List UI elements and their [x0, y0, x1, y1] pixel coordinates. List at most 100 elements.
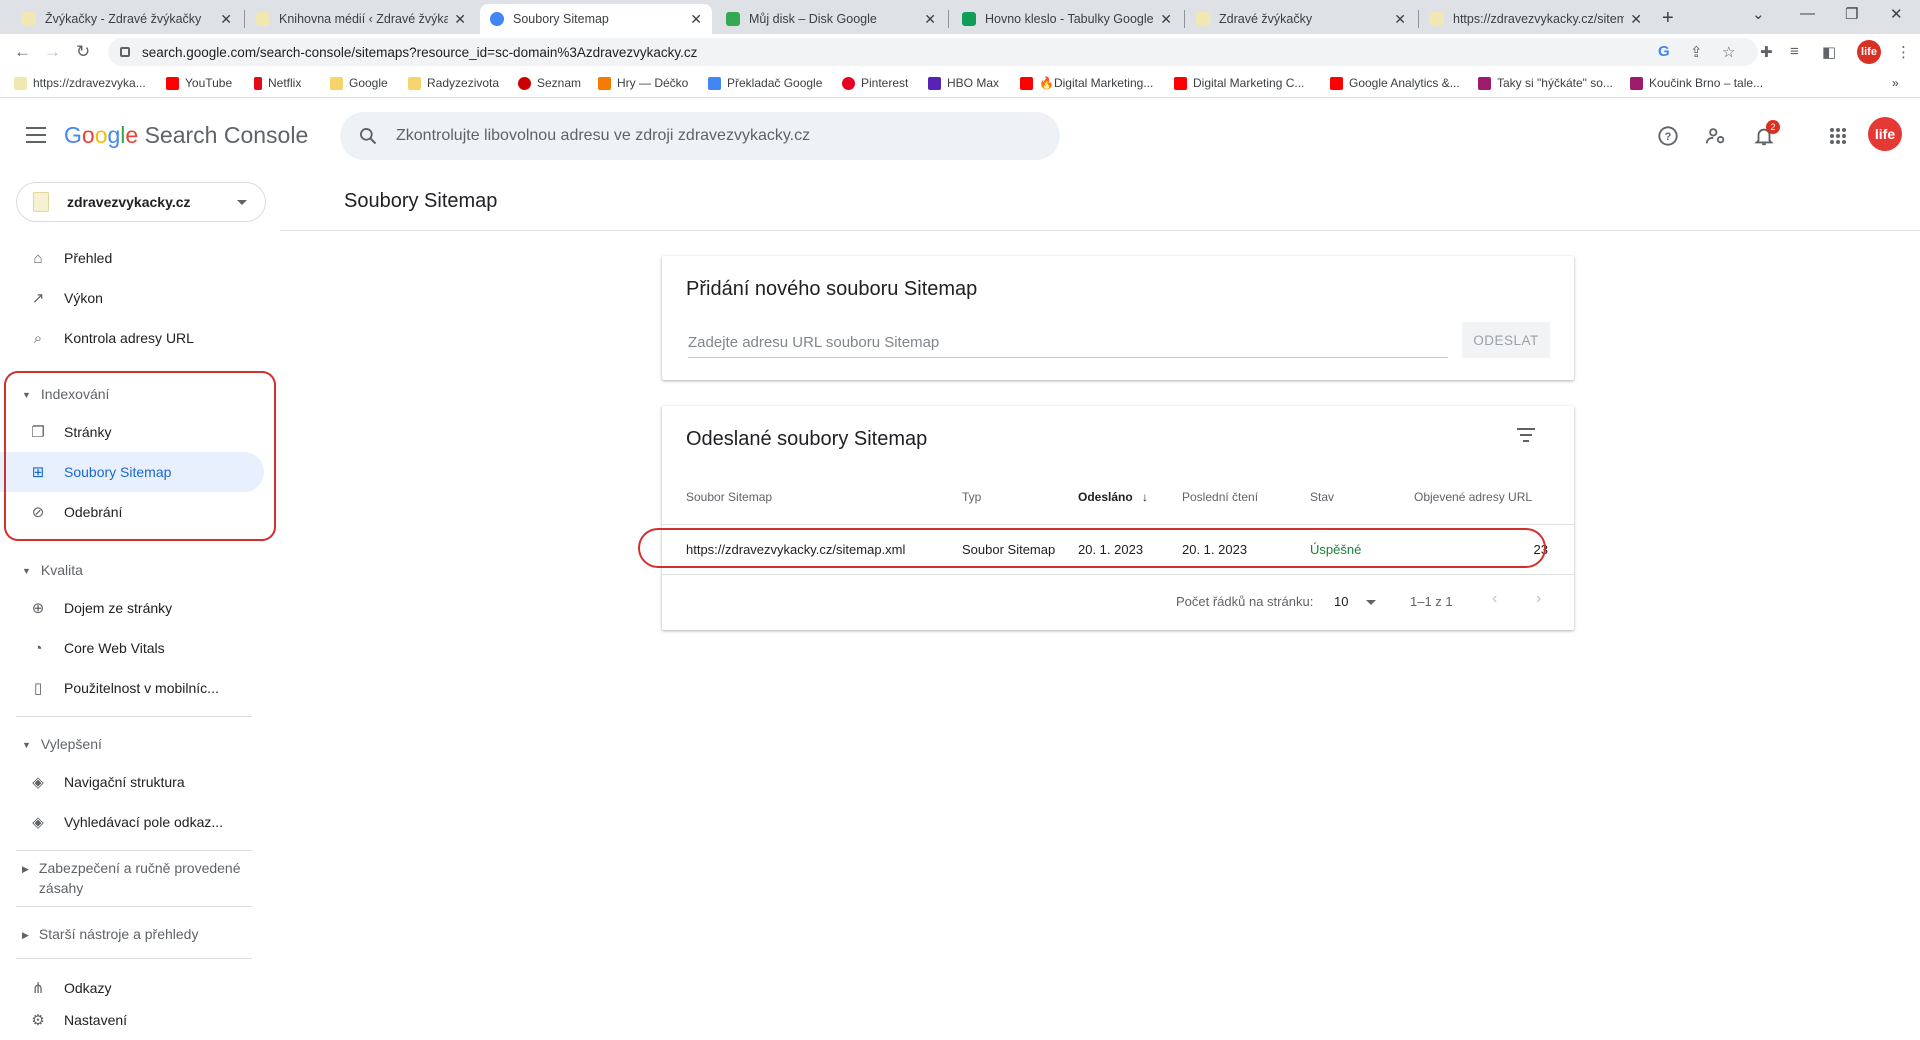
bookmark-item[interactable]: Digital Marketing C...	[1174, 76, 1304, 90]
bookmarks-overflow[interactable]: »	[1892, 76, 1899, 90]
lock-icon	[120, 47, 130, 57]
sidebar-item-page-experience[interactable]: ⊕ Dojem ze stránky	[0, 588, 264, 628]
apps-grid-icon[interactable]	[1824, 122, 1852, 150]
side-panel-icon[interactable]: ◧	[1822, 43, 1836, 61]
browser-tab[interactable]: Můj disk – Disk Google ✕	[716, 4, 946, 34]
url-inspection-search[interactable]	[340, 112, 1060, 160]
reading-list-icon[interactable]: ≡	[1790, 43, 1799, 60]
new-tab-button[interactable]: +	[1662, 7, 1674, 30]
section-security[interactable]: ▶ Zabezpečení a ručně provedené zásahy	[0, 858, 250, 898]
sidebar-item-performance[interactable]: ↗ Výkon	[0, 278, 264, 318]
bookmark-item[interactable]: Koučink Brno – tale...	[1630, 76, 1763, 90]
bookmark-item[interactable]: Hry — Déčko	[598, 76, 688, 90]
url-text: search.google.com/search-console/sitemap…	[142, 44, 698, 60]
links-icon: ⋔	[31, 980, 45, 997]
manage-users-icon[interactable]	[1702, 122, 1730, 150]
close-icon[interactable]: ✕	[1160, 11, 1172, 28]
sitemap-url-input[interactable]	[688, 328, 1448, 358]
chevron-right-icon[interactable]: ›	[1536, 590, 1541, 608]
browser-tab[interactable]: https://zdravezvykacky.cz/sitem ✕	[1420, 4, 1652, 34]
column-header-sitemap[interactable]: Soubor Sitemap	[686, 490, 772, 504]
sidebar-item-breadcrumbs[interactable]: ◈ Navigační struktura	[0, 762, 264, 802]
section-enhancements[interactable]: ▼ Vylepšení	[0, 734, 264, 755]
submitted-sitemaps-title: Odeslané soubory Sitemap	[686, 428, 928, 450]
sidebar: zdravezvykacky.cz ⌂ Přehled ↗ Výkon ⌕ Ko…	[0, 174, 280, 1040]
column-header-submitted[interactable]: Odesláno ↓	[1078, 490, 1148, 504]
forward-icon[interactable]: →	[44, 42, 61, 62]
chevron-down-icon	[1366, 600, 1377, 606]
rows-per-page-select[interactable]: 10	[1334, 594, 1377, 609]
submit-sitemap-button[interactable]: ODESLAT	[1462, 322, 1550, 358]
bookmark-item[interactable]: YouTube	[166, 76, 232, 90]
bookmark-item[interactable]: Překladač Google	[708, 76, 822, 90]
row-divider	[662, 574, 1574, 575]
browser-tab-active[interactable]: Soubory Sitemap ✕	[480, 4, 712, 34]
close-icon[interactable]: ✕	[690, 11, 702, 28]
column-header-status[interactable]: Stav	[1310, 490, 1334, 504]
bookmark-item[interactable]: Pinterest	[842, 76, 908, 90]
bookmark-item[interactable]: Netflix	[254, 76, 301, 90]
google-lens-icon[interactable]: G	[1658, 43, 1670, 60]
extensions-icon[interactable]: ✚	[1760, 43, 1773, 61]
annotation-highlight-sitemap-row	[638, 528, 1546, 568]
favicon-icon	[490, 12, 504, 26]
browser-tab[interactable]: Hovno kleslo - Tabulky Google ✕	[952, 4, 1182, 34]
address-bar[interactable]: search.google.com/search-console/sitemap…	[108, 38, 1758, 66]
reload-icon[interactable]: ↻	[76, 42, 90, 62]
close-icon[interactable]: ✕	[1630, 11, 1642, 28]
sidebar-item-overview[interactable]: ⌂ Přehled	[0, 238, 264, 278]
pagination-range: 1–1 z 1	[1410, 594, 1453, 609]
browser-tab[interactable]: Žvýkačky - Zdravé žvýkačky ✕	[12, 4, 242, 34]
property-selector[interactable]: zdravezvykacky.cz	[16, 182, 266, 222]
account-avatar[interactable]: life	[1868, 117, 1902, 151]
chevron-down-icon: ▼	[22, 566, 31, 576]
favicon-icon	[22, 12, 36, 26]
close-icon[interactable]: ✕	[924, 11, 936, 28]
help-icon[interactable]: ?	[1654, 122, 1682, 150]
filter-icon[interactable]	[1516, 428, 1536, 444]
bookmark-item[interactable]: 🔥Digital Marketing...	[1020, 76, 1153, 90]
trending-icon: ↗	[31, 290, 45, 307]
home-icon: ⌂	[33, 249, 43, 267]
bookmark-star-icon[interactable]: ☆	[1722, 43, 1735, 61]
search-console-logo[interactable]: Google Search Console	[64, 122, 308, 149]
notification-badge: 2	[1766, 120, 1780, 134]
tab-search-icon[interactable]: ⌄	[1752, 5, 1765, 23]
menu-icon[interactable]	[26, 127, 46, 143]
bookmarks-bar: https://zdravezvyka... YouTube Netflix G…	[0, 70, 1920, 98]
section-quality[interactable]: ▼ Kvalita	[0, 560, 264, 581]
back-icon[interactable]: ←	[14, 42, 31, 62]
sidebar-item-url-inspection[interactable]: ⌕ Kontrola adresy URL	[0, 318, 264, 358]
column-header-last-read[interactable]: Poslední čtení	[1182, 490, 1258, 504]
browser-tab[interactable]: Knihovna médií ‹ Zdravé žvýkač ✕	[246, 4, 476, 34]
chevron-left-icon[interactable]: ‹	[1492, 590, 1497, 608]
sidebar-item-settings[interactable]: ⚙ Nastavení	[0, 1000, 264, 1040]
close-icon[interactable]: ✕	[1394, 11, 1406, 28]
bookmark-item[interactable]: Taky si "hýčkáte" so...	[1478, 76, 1613, 90]
column-header-type[interactable]: Typ	[962, 490, 981, 504]
close-window-icon[interactable]: ✕	[1890, 5, 1903, 23]
bookmark-item[interactable]: https://zdravezvyka...	[14, 76, 146, 90]
bookmark-item[interactable]: Radyzezivota	[408, 76, 499, 90]
section-legacy[interactable]: ▶ Starší nástroje a přehledy	[0, 924, 264, 945]
browser-menu-icon[interactable]: ⋮	[1896, 43, 1911, 61]
browser-tab[interactable]: Zdravé žvýkačky ✕	[1186, 4, 1416, 34]
annotation-highlight-indexing	[4, 371, 276, 541]
bookmark-item[interactable]: Seznam	[518, 76, 581, 90]
close-icon[interactable]: ✕	[220, 11, 232, 28]
bookmark-item[interactable]: Google	[330, 76, 388, 90]
column-header-discovered-urls[interactable]: Objevené adresy URL	[1414, 490, 1532, 504]
sidebar-item-mobile-usability[interactable]: ▯ Použitelnost v mobilníc...	[0, 668, 264, 708]
browser-profile-avatar[interactable]: life	[1857, 40, 1881, 64]
share-icon[interactable]: ⇪	[1690, 43, 1703, 61]
notifications-icon[interactable]: 2	[1750, 120, 1780, 150]
restore-icon[interactable]: ❐	[1845, 5, 1858, 23]
search-input[interactable]	[396, 127, 1036, 145]
minimize-icon[interactable]: —	[1800, 5, 1815, 22]
bookmark-item[interactable]: Google Analytics &...	[1330, 76, 1460, 90]
sidebar-item-core-web-vitals[interactable]: ◔ Core Web Vitals	[0, 628, 264, 668]
sidebar-item-sitelinks-searchbox[interactable]: ◈ Vyhledávací pole odkaz...	[0, 802, 264, 842]
bookmark-item[interactable]: HBO Max	[928, 76, 999, 90]
favicon-icon	[256, 12, 270, 26]
close-icon[interactable]: ✕	[454, 11, 466, 28]
